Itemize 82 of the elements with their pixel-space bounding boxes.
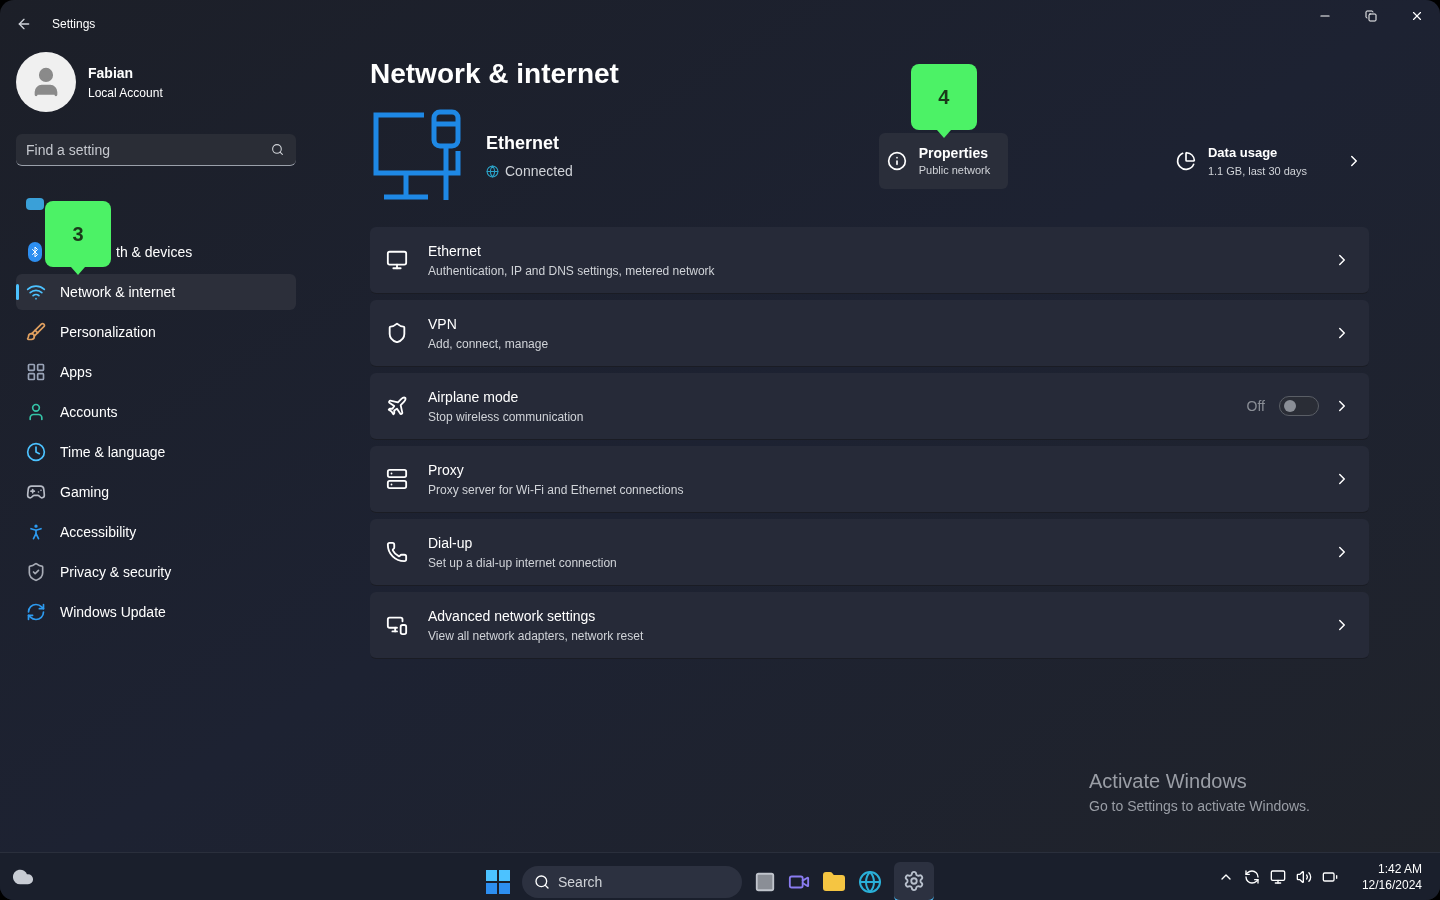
clock-icon: [26, 442, 46, 462]
sidebar-item[interactable]: Gaming: [16, 474, 296, 510]
restore-icon[interactable]: [1365, 10, 1377, 22]
sidebar-item[interactable]: Apps: [16, 354, 296, 390]
info-icon: [886, 151, 907, 171]
sidebar-label: Network & internet: [60, 282, 176, 302]
avatar: [16, 52, 76, 112]
sidebar-item[interactable]: Network & internet: [16, 274, 296, 310]
row-subtitle: Add, connect, manage: [428, 335, 549, 353]
search-field[interactable]: Find a setting: [16, 134, 296, 166]
network-icon[interactable]: [1269, 868, 1286, 885]
sidebar-label: Apps: [60, 362, 92, 382]
row-subtitle: Stop wireless communication: [428, 408, 584, 426]
browser-icon[interactable]: [858, 870, 882, 894]
properties-button[interactable]: Properties Public network: [878, 133, 1008, 189]
window-title: Settings: [52, 16, 96, 33]
row-subtitle: Set up a dial-up internet connection: [428, 554, 617, 572]
sidebar-item[interactable]: Privacy & security: [16, 554, 296, 590]
settings-row[interactable]: Dial-up Set up a dial-up internet connection: [370, 519, 1369, 586]
airplane-icon: [386, 395, 408, 417]
task-view-icon[interactable]: [754, 871, 776, 893]
search-icon: [271, 143, 284, 156]
row-title: VPN: [428, 314, 458, 334]
update-icon: [26, 602, 46, 622]
close-icon[interactable]: [1410, 9, 1424, 23]
shield-icon: [26, 562, 46, 582]
settings-row[interactable]: Airplane mode Stop wireless communication Off: [370, 373, 1369, 440]
sidebar-item[interactable]: Personalization: [16, 314, 296, 350]
sidebar-label: Gaming: [60, 482, 110, 502]
account-type: Local Account: [88, 84, 163, 102]
row-title: Ethernet: [428, 241, 482, 261]
activation-title: Activate Windows: [1089, 769, 1248, 794]
sidebar-item[interactable]: Accessibility: [16, 514, 296, 550]
row-title: Airplane mode: [428, 387, 520, 407]
sidebar-item[interactable]: Windows Update: [16, 594, 296, 630]
toggle-switch[interactable]: [1279, 396, 1319, 416]
person-icon: [26, 402, 46, 422]
sidebar-item[interactable]: Accounts: [16, 394, 296, 430]
sidebar-label: Time & language: [60, 442, 166, 462]
wifi-icon: [26, 282, 46, 302]
brush-icon: [26, 322, 46, 342]
globe-icon: [486, 165, 499, 178]
back-icon[interactable]: [16, 16, 32, 32]
sync-icon[interactable]: [1243, 868, 1260, 885]
sidebar-label: Accounts: [60, 402, 118, 422]
pie-chart-icon: [1175, 151, 1196, 171]
settings-row[interactable]: Proxy Proxy server for Wi-Fi and Ethernet connections: [370, 446, 1369, 513]
row-subtitle: View all network adapters, network reset: [428, 627, 644, 645]
folder-icon[interactable]: [822, 870, 846, 894]
sidebar-label: Windows Update: [60, 602, 166, 622]
start-icon[interactable]: [486, 870, 510, 894]
row-subtitle: Authentication, IP and DNS settings, metered network: [428, 262, 715, 280]
toggle-state: Off: [1246, 396, 1265, 416]
apps-icon: [26, 362, 46, 382]
settings-row[interactable]: VPN Add, connect, manage: [370, 300, 1369, 367]
settings-row[interactable]: Advanced network settings View all network adapters, network reset: [370, 592, 1369, 659]
row-title: Advanced network settings: [428, 606, 597, 626]
data-usage-button[interactable]: Data usage 1.1 GB, last 30 days: [1175, 133, 1369, 189]
page-title: Network & internet: [370, 57, 620, 91]
row-subtitle: Proxy server for Wi-Fi and Ethernet connections: [428, 481, 684, 499]
taskbar-search[interactable]: Search: [522, 866, 742, 898]
clock-date[interactable]: 12/16/2024: [1361, 876, 1422, 893]
connection-name: Ethernet: [486, 132, 560, 155]
settings-taskbar-button[interactable]: [894, 862, 934, 900]
row-title: Dial-up: [428, 533, 474, 553]
clock-time[interactable]: 1:42 AM: [1377, 860, 1422, 877]
row-title: Proxy: [428, 460, 465, 480]
sidebar-label: Accessibility: [60, 522, 137, 542]
sidebar-label: Privacy & security: [60, 562, 172, 582]
sidebar-label: th & devices: [116, 242, 193, 262]
gamepad-icon: [26, 482, 46, 502]
volume-icon[interactable]: [1295, 868, 1312, 885]
search-icon: [534, 874, 550, 890]
bluetooth-icon: [28, 242, 42, 262]
connection-status: Connected: [505, 162, 573, 181]
account-name: Fabian: [88, 63, 135, 83]
settings-row[interactable]: Ethernet Authentication, IP and DNS settings, metered network: [370, 227, 1369, 294]
gear-icon: [903, 870, 925, 892]
sidebar-label: Personalization: [60, 322, 156, 342]
monitor-icon: [26, 198, 44, 210]
sidebar-item[interactable]: Time & language: [16, 434, 296, 470]
activation-message: Go to Settings to activate Windows.: [1089, 797, 1310, 816]
